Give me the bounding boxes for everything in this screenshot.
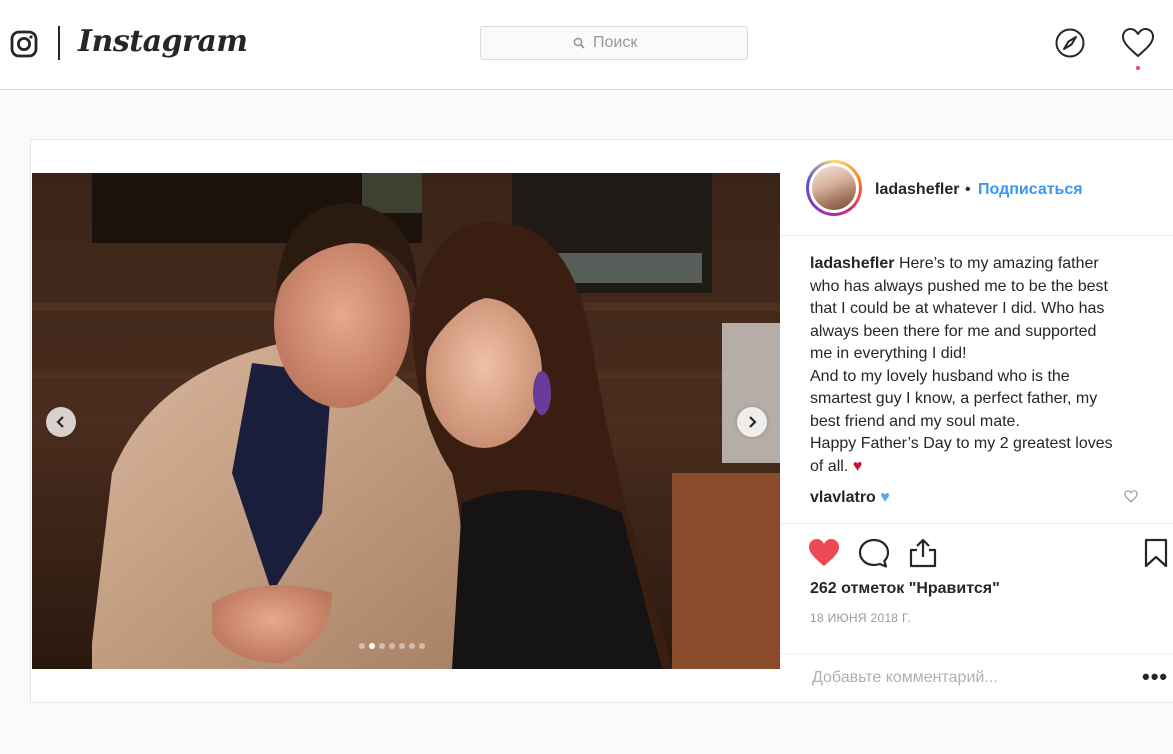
caption-text: that I could be at whatever I did. Who h… xyxy=(810,300,1105,317)
caption-text: of all. xyxy=(810,457,849,475)
caption-line: best friend and my soul mate. xyxy=(810,411,1150,434)
caption-text: Here’s to my amazing father xyxy=(898,255,1099,272)
caption-text: always been there for me and supported xyxy=(810,322,1097,340)
add-comment-area: ••• xyxy=(780,653,1173,703)
carousel-dot xyxy=(419,643,425,649)
save-bookmark-icon[interactable] xyxy=(1144,538,1168,568)
likes-count[interactable]: 262 отметок "Нравится" xyxy=(810,580,1000,598)
post-photo[interactable] xyxy=(32,173,780,669)
carousel-dot xyxy=(379,643,385,649)
carousel-dot xyxy=(389,643,395,649)
post-caption: ladashefler Here’s to my amazing father w… xyxy=(810,253,1150,478)
post-username[interactable]: ladashefler xyxy=(875,181,959,199)
logo-divider xyxy=(58,26,60,60)
caption-line: Happy Father’s Day to my 2 greatest love… xyxy=(810,433,1150,456)
comment-item: vlavlatro ♥ xyxy=(810,487,1150,511)
chevron-left-icon xyxy=(56,416,64,428)
more-options-button[interactable]: ••• xyxy=(1142,664,1168,690)
separator-dot: • xyxy=(965,181,971,198)
comment-input[interactable] xyxy=(810,668,1114,688)
search-input[interactable] xyxy=(591,33,655,53)
notification-dot xyxy=(1136,66,1140,70)
caption-line: who has always pushed me to be the best xyxy=(810,276,1150,299)
comment-bubble-icon[interactable] xyxy=(858,538,890,568)
red-heart-emoji: ♥ xyxy=(852,457,863,475)
caption-text: best friend and my soul mate. xyxy=(810,412,1020,430)
post-side-panel: ladashefler • Подписаться ladashefler He… xyxy=(780,140,1173,704)
blue-heart-emoji: ♥ xyxy=(880,489,890,506)
instagram-wordmark[interactable]: Instagram xyxy=(78,24,248,59)
activity-heart-icon[interactable] xyxy=(1121,27,1155,59)
caption-text: me in everything I did! xyxy=(810,345,967,362)
search-box[interactable] xyxy=(480,26,748,60)
like-heart-icon[interactable] xyxy=(808,538,840,568)
carousel-indicator xyxy=(359,643,425,649)
caption-line: smartest guy I know, a perfect father, m… xyxy=(810,388,1150,411)
carousel-next-button[interactable] xyxy=(737,407,767,437)
caption-text: Happy Father’s Day to my 2 greatest love… xyxy=(810,435,1113,452)
caption-username[interactable]: ladashefler xyxy=(810,255,894,272)
caption-text: who has always pushed me to be the best xyxy=(810,277,1108,295)
caption-line: that I could be at whatever I did. Who h… xyxy=(810,298,1150,321)
caption-text: And to my lovely husband who is the xyxy=(810,367,1070,385)
comments-section: ladashefler Here’s to my amazing father w… xyxy=(810,253,1150,523)
caption-line: me in everything I did! xyxy=(810,343,1150,366)
comment-username[interactable]: vlavlatro xyxy=(810,489,876,506)
post-date[interactable]: 18 ИЮНЯ 2018 Г. xyxy=(810,611,911,625)
carousel-dot xyxy=(409,643,415,649)
instagram-camera-icon[interactable] xyxy=(10,30,38,58)
avatar[interactable] xyxy=(806,160,862,216)
photo-illustration xyxy=(32,173,780,669)
carousel-dot xyxy=(359,643,365,649)
explore-compass-icon[interactable] xyxy=(1054,27,1086,59)
post-card: ladashefler • Подписаться ladashefler He… xyxy=(30,139,1173,703)
carousel-prev-button[interactable] xyxy=(46,407,76,437)
follow-button[interactable]: Подписаться xyxy=(978,181,1083,199)
caption-line: always been there for me and supported xyxy=(810,321,1150,344)
search-icon xyxy=(573,37,585,49)
caption-line: And to my lovely husband who is the xyxy=(810,366,1150,389)
caption-text: smartest guy I know, a perfect father, m… xyxy=(810,390,1098,407)
post-header: ladashefler • Подписаться xyxy=(780,140,1173,236)
carousel-dot xyxy=(369,643,375,649)
caption-line: of all. ♥ xyxy=(810,456,1150,479)
chevron-right-icon xyxy=(749,416,757,428)
top-nav-bar: Instagram xyxy=(0,0,1173,90)
comment-like-icon[interactable] xyxy=(1124,490,1138,503)
carousel-dot xyxy=(399,643,405,649)
share-icon[interactable] xyxy=(908,538,938,568)
post-actions: 262 отметок "Нравится" 18 ИЮНЯ 2018 Г. xyxy=(780,523,1173,653)
caption-line: ladashefler Here’s to my amazing father xyxy=(810,253,1150,276)
